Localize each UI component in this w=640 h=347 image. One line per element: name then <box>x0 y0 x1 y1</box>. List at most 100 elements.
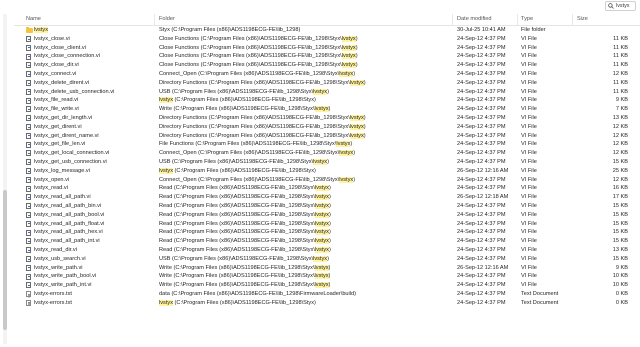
search-match-highlight: lvstyx <box>349 79 364 86</box>
file-size: 9 KB <box>615 264 628 271</box>
vi-file-icon <box>26 124 31 131</box>
folder-path-suffix: ) <box>355 62 358 69</box>
file-name-text: lvstyx_close_dir.vi <box>34 62 79 69</box>
folder-path-suffix: ) <box>328 211 331 218</box>
folder-path-prefix: USB (C:\Program Files (x86)\ADS1198ECG-F… <box>159 158 314 165</box>
date-modified: 30-Jul-25 10:41 AM <box>457 27 506 33</box>
date-modified: 24-Sep-12 4:37 PM <box>457 176 506 183</box>
date-modified: 24-Sep-12 4:37 PM <box>457 202 506 209</box>
file-row[interactable]: lvstyx-errors.txt data (C:\Program Files … <box>14 290 640 299</box>
file-type: VI File <box>521 123 537 130</box>
file-size: 15 KB <box>612 220 628 227</box>
file-row[interactable]: lvstyx_read_all_path_bin.vi Read (C:\Prog… <box>14 202 640 211</box>
file-row[interactable]: lvstyx_read.vi Read (C:\Program Files (x8… <box>14 184 640 193</box>
search-match-highlight: lvstyx <box>313 88 328 95</box>
file-row[interactable]: lvstyx_write_path.vi Write (C:\Program Fi… <box>14 264 640 273</box>
file-row[interactable]: lvstyx Styx (C:\Program Files (x86)\ADS11… <box>14 26 640 35</box>
column-date-header[interactable]: Date modified <box>457 16 492 22</box>
folder-path-suffix: (C:\Program Files (x86)\ADS1198ECG-FE\li… <box>172 299 316 306</box>
file-row[interactable]: lvstyx_close_dir.vi Close Functions (C:\P… <box>14 61 640 70</box>
file-row[interactable]: lvstyx_delete_usb_connection.vi USB (C:\P… <box>14 88 640 97</box>
file-name: lvstyx_read_dir.vi <box>34 246 152 255</box>
column-folder-header[interactable]: Folder <box>159 16 175 22</box>
file-type: VI File <box>521 35 537 42</box>
file-row[interactable]: lvstyx_usb_search.vi USB (C:\Program File… <box>14 255 640 264</box>
search-match-highlight: lvstyx <box>314 106 329 113</box>
column-name-header[interactable]: Name <box>26 16 41 22</box>
file-name: lvstyx_get_file_len.vi <box>34 140 152 149</box>
file-name: lvstyx <box>34 26 152 35</box>
file-name: lvstyx_read_all_path_bin.vi <box>34 202 152 211</box>
file-size: 25 KB <box>612 167 628 174</box>
date-modified: 24-Sep-12 4:37 PM <box>457 211 506 218</box>
column-divider[interactable] <box>572 14 573 25</box>
vi-file-icon <box>26 62 31 69</box>
file-row[interactable]: lvstyx_file_write.vi Write (C:\Program Fi… <box>14 105 640 114</box>
file-type: VI File <box>521 53 537 60</box>
file-type: VI File <box>521 176 537 183</box>
column-divider[interactable] <box>154 14 155 25</box>
search-input[interactable]: lvstyx <box>616 3 629 9</box>
folder-path: Connect_Open (C:\Program Files (x86)\ADS… <box>159 149 455 158</box>
vi-file-icon <box>26 273 31 280</box>
file-name: lvstyx_read.vi <box>34 184 152 193</box>
file-name-text: lvstyx-errors.txt <box>34 290 72 297</box>
file-row[interactable]: lvstyx_read_all_path_int.vi Read (C:\Prog… <box>14 237 640 246</box>
file-row[interactable]: lvstyx_read_all_path_hex.vi Read (C:\Prog… <box>14 228 640 237</box>
folder-path: Write (C:\Program Files (x86)\ADS1198ECG… <box>159 272 455 281</box>
file-size: 15 KB <box>612 238 628 245</box>
folder-path-prefix: Write (C:\Program Files (x86)\ADS1198ECG… <box>159 264 315 271</box>
column-type-header[interactable]: Type <box>521 16 533 22</box>
file-row[interactable]: lvstyx_file_read.vi lvstyx (C:\Program Fi… <box>14 96 640 105</box>
scrollbar-thumb[interactable] <box>3 190 7 330</box>
file-row[interactable]: lvstyx_get_local_connection.vi Connect_Op… <box>14 149 640 158</box>
text-file-icon <box>26 300 31 306</box>
date-modified: 26-Sep-12 12:18 AM <box>457 194 509 201</box>
folder-path-prefix: Write (C:\Program Files (x86)\ADS1198ECG… <box>159 106 315 113</box>
file-size: 9 KB <box>615 97 628 104</box>
file-row[interactable]: lvstyx_connect.vi Connect_Open (C:\Progra… <box>14 70 640 79</box>
folder-path: Write (C:\Program Files (x86)\ADS1198ECG… <box>159 105 455 114</box>
column-divider[interactable] <box>452 14 453 25</box>
folder-path-suffix: ) <box>328 264 331 271</box>
file-row[interactable]: lvstyx_get_file_len.vi File Functions (C:… <box>14 140 640 149</box>
search-match-highlight: lvstyx <box>341 53 356 60</box>
vi-file-icon <box>26 106 31 113</box>
file-row[interactable]: lvstyx_get_dirent_name.vi Directory Funct… <box>14 132 640 141</box>
file-type: VI File <box>521 79 537 86</box>
folder-path-prefix: Write (C:\Program Files (x86)\ADS1198ECG… <box>159 273 315 280</box>
column-size-header[interactable]: Size <box>577 16 588 22</box>
folder-path-prefix: Connect_Open (C:\Program Files (x86)\ADS… <box>159 176 340 183</box>
file-row[interactable]: lvstyx_write_path_int.vi Write (C:\Progra… <box>14 281 640 290</box>
file-row[interactable]: lvstyx_close.vi Close Functions (C:\Progr… <box>14 35 640 44</box>
file-name-text: lvstyx_write_path.vi <box>34 264 83 271</box>
file-row[interactable]: lvstyx_get_dirent.vi Directory Functions … <box>14 123 640 132</box>
file-row[interactable]: lvstyx_delete_dirent.vi Directory Functio… <box>14 79 640 88</box>
folder-path-suffix: (C:\Program Files (x86)\ADS1198ECG-FE\li… <box>172 167 316 174</box>
folder-path: data (C:\Program Files (x86)\ADS1198ECG-… <box>159 290 455 299</box>
folder-path: Write (C:\Program Files (x86)\ADS1198ECG… <box>159 281 455 290</box>
file-row[interactable]: lvstyx_read_all_path.vi Read (C:\Program … <box>14 193 640 202</box>
file-type: VI File <box>521 185 537 192</box>
file-size: 12 KB <box>612 132 628 139</box>
file-row[interactable]: lvstyx_log_message.vi lvstyx (C:\Program … <box>14 167 640 176</box>
vi-file-icon <box>26 36 31 43</box>
folder-path-suffix: ) <box>328 106 331 113</box>
search-box[interactable]: lvstyx <box>605 1 636 11</box>
file-row[interactable]: lvstyx_write_path_bool.vi Write (C:\Progr… <box>14 272 640 281</box>
file-row[interactable]: lvstyx_read_all_path_float.vi Read (C:\Pr… <box>14 220 640 229</box>
file-row[interactable]: lvstyx-errors.txt lvstyx (C:\Program File… <box>14 299 640 308</box>
file-row[interactable]: lvstyx_open.vi Connect_Open (C:\Program F… <box>14 176 640 185</box>
file-row[interactable]: lvstyx_close_client.vi Close Functions (C… <box>14 44 640 53</box>
column-header: Name Folder Date modified Type Size <box>14 14 640 26</box>
column-divider[interactable] <box>517 14 518 25</box>
file-row[interactable]: lvstyx_read_dir.vi Read (C:\Program Files… <box>14 246 640 255</box>
folder-path-prefix: File Functions (C:\Program Files (x86)\A… <box>159 141 337 148</box>
file-row[interactable]: lvstyx_close_connection.vi Close Function… <box>14 52 640 61</box>
file-row[interactable]: lvstyx_get_dir_length.vi Directory Functi… <box>14 114 640 123</box>
file-size: 0 KB <box>615 290 628 297</box>
folder-path-prefix: Styx (C:\Program Files (x86)\ADS1198ECG-… <box>159 27 301 33</box>
file-row[interactable]: lvstyx_get_usb_connection.vi USB (C:\Prog… <box>14 158 640 167</box>
file-row[interactable]: lvstyx_read_all_path_bool.vi Read (C:\Pro… <box>14 211 640 220</box>
folder-path: Close Functions (C:\Program Files (x86)\… <box>159 44 455 53</box>
